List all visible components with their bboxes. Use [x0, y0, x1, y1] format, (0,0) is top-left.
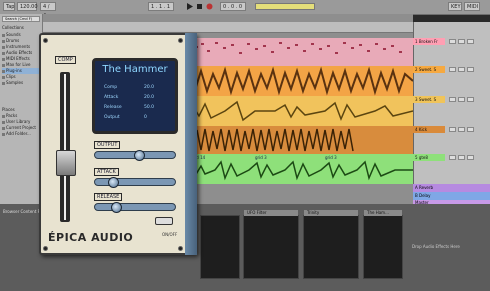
play-icon[interactable] — [186, 3, 193, 10]
track-header-5[interactable]: 5 gte8 — [413, 154, 490, 184]
time-signature[interactable]: 4 / 4 — [40, 2, 56, 19]
track-lane-4[interactable] — [185, 126, 413, 154]
comp-label: COMP — [55, 56, 76, 64]
record-icon[interactable] — [206, 3, 213, 10]
output-slider[interactable] — [94, 150, 176, 161]
screw-icon — [178, 246, 183, 251]
device-ufo-filter[interactable]: UFO Filter — [243, 210, 299, 279]
track-lane-5[interactable]: grid 14 grid 3 grid 3 — [185, 154, 413, 184]
device-title[interactable]: UFO Filter — [244, 210, 298, 216]
release-label: RELEASE — [94, 193, 123, 201]
track-name[interactable]: 2 Sweet. S — [413, 66, 445, 73]
brand-logo: ÉPICA AUDIO — [48, 231, 134, 244]
browser-item-samples[interactable]: Samples — [2, 80, 40, 86]
key-map-button[interactable]: KEY — [448, 2, 462, 11]
track-lane-1[interactable] — [185, 38, 413, 66]
midi-map-button[interactable]: MIDI — [464, 2, 480, 11]
timeline-ruler[interactable] — [43, 22, 413, 33]
screw-icon — [43, 246, 48, 251]
screw-icon — [178, 38, 183, 43]
device-slot-empty[interactable] — [200, 215, 240, 279]
track-header-4[interactable]: 4 Kick — [413, 126, 490, 154]
device-title[interactable]: Trinity — [304, 210, 358, 216]
mute-button[interactable] — [449, 67, 456, 72]
arm-button[interactable] — [467, 127, 474, 132]
release-slider-thumb[interactable] — [111, 202, 122, 213]
stop-icon[interactable] — [196, 3, 203, 10]
arm-button[interactable] — [467, 155, 474, 160]
arm-button[interactable] — [467, 39, 474, 44]
arm-button[interactable] — [467, 97, 474, 102]
release-slider[interactable] — [94, 202, 176, 213]
plugin-side-strip — [185, 33, 197, 255]
solo-button[interactable] — [458, 127, 465, 132]
power-label: ON/OFF — [162, 232, 178, 237]
mute-button[interactable] — [449, 39, 456, 44]
solo-button[interactable] — [458, 97, 465, 102]
track-lane-2[interactable] — [185, 66, 413, 96]
track-name[interactable]: 4 Kick — [413, 126, 445, 133]
solo-button[interactable] — [458, 155, 465, 160]
drop-effects-hint: Drop Audio Effects Here — [412, 244, 460, 249]
mute-button[interactable] — [449, 155, 456, 160]
preset-name: The Hammer — [102, 64, 168, 75]
attack-label: ATTACK — [94, 168, 119, 176]
power-switch[interactable] — [155, 217, 173, 225]
audio-waveform — [185, 126, 354, 152]
arm-button[interactable] — [467, 67, 474, 72]
midi-notes — [189, 42, 402, 54]
browser-search-input[interactable]: Search (Cmd F) — [2, 16, 40, 22]
device-title[interactable]: The Ham... — [364, 210, 402, 216]
track-header-1[interactable]: 1 Broken Fr — [413, 38, 490, 66]
return-track-name: A Reverb — [415, 185, 434, 190]
song-position[interactable]: 1 . 1 . 1 — [148, 2, 174, 11]
browser-panel: Search (Cmd F) Collections Sounds Drums … — [0, 14, 43, 229]
places-heading: Places — [2, 107, 15, 112]
track-name[interactable]: 5 gte8 — [413, 154, 445, 161]
track-name[interactable]: 3 Sweet. S — [413, 96, 445, 103]
tap-button[interactable]: Tap — [3, 2, 15, 11]
loop-bar[interactable] — [255, 3, 315, 10]
solo-button[interactable] — [458, 67, 465, 72]
device-the-hammer[interactable]: The Ham... — [363, 210, 403, 279]
comp-fader-handle[interactable] — [56, 150, 76, 176]
audio-waveform — [185, 66, 413, 96]
output-slider-thumb[interactable] — [134, 150, 145, 161]
places-item-add-folder[interactable]: Add Folder... — [2, 131, 40, 137]
audio-waveform — [185, 160, 413, 181]
attack-slider[interactable] — [94, 177, 176, 188]
device-trinity[interactable]: Trinity — [303, 210, 359, 279]
track-lane-3[interactable] — [185, 96, 413, 126]
mute-button[interactable] — [449, 97, 456, 102]
track-header-2[interactable]: 2 Sweet. S — [413, 66, 490, 96]
attack-slider-thumb[interactable] — [108, 177, 119, 188]
collections-heading: Collections — [2, 25, 24, 30]
output-label: OUTPUT — [94, 141, 121, 149]
comp-fader-slot — [64, 74, 66, 220]
tempo-field[interactable]: 120.00 — [17, 2, 38, 11]
return-track-a[interactable]: A Reverb — [413, 184, 490, 192]
return-track-b[interactable]: B Delay — [413, 192, 490, 200]
mute-button[interactable] — [449, 127, 456, 132]
solo-button[interactable] — [458, 39, 465, 44]
audio-waveform — [185, 100, 413, 122]
loop-position[interactable]: 0 . 0 . 0 — [220, 2, 246, 11]
track-name[interactable]: 1 Broken Fr — [413, 38, 445, 45]
screw-icon — [43, 38, 48, 43]
transport-bar: Tap 120.00 4 / 4 1 . 1 . 1 0 . 0 . 0 KEY… — [0, 0, 490, 19]
track-header-3[interactable]: 3 Sweet. S — [413, 96, 490, 126]
return-track-name: B Delay — [415, 193, 431, 198]
